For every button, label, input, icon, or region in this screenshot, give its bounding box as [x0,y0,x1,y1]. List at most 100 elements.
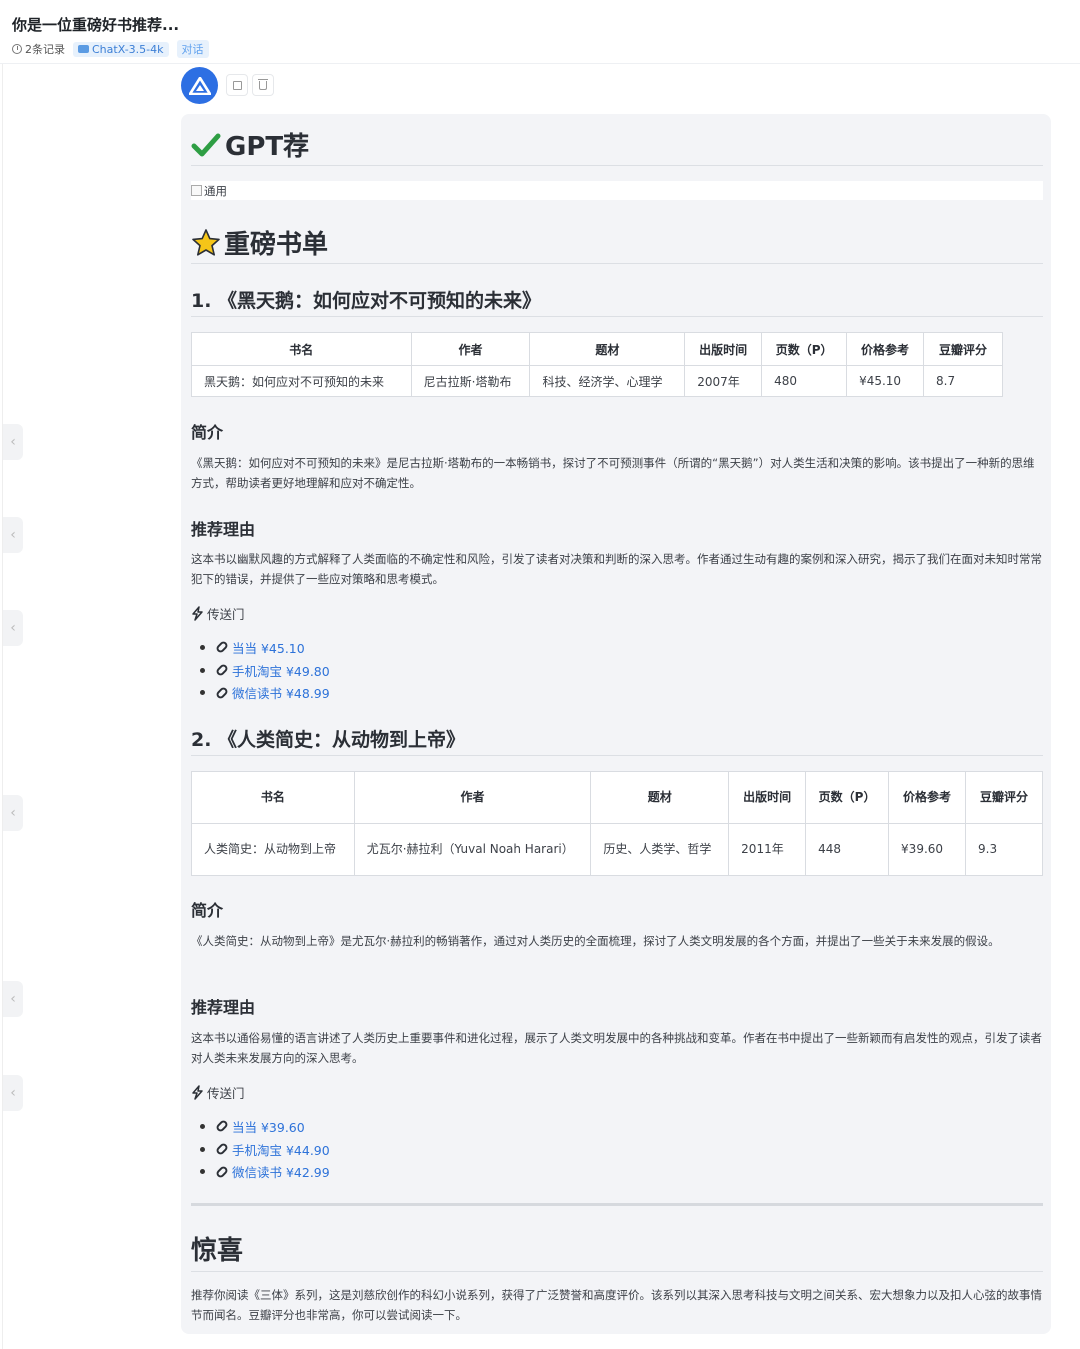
table-header: 出版时间 [684,332,763,366]
book-title: 1. 《黑天鹅：如何应对不可预知的未来》 [191,290,542,312]
table-cell: 历史、人类学、哲学 [590,823,730,876]
collapse-handle[interactable]: ‹ [3,795,23,831]
link-icon [214,640,230,655]
table-cell: 9.3 [965,823,1043,876]
purchase-link-dangdang[interactable]: 当当 ¥39.60 [232,1117,305,1136]
collapse-handle[interactable]: ‹ [3,517,23,553]
table-row: 黑天鹅：如何应对不可预知的未来 尼古拉斯·塔勒布 科技、经济学、心理学 2007… [191,365,1003,397]
table-cell: 2007年 [684,365,763,397]
chat-title: 你是一位重磅好书推荐... [12,16,180,34]
table-cell: 黑天鹅：如何应对不可预知的未来 [191,365,412,397]
copy-button[interactable] [226,74,248,96]
divider [191,316,1043,317]
model-badge: ChatX-3.5-4k [73,41,169,57]
table-cell: 8.7 [923,365,1003,397]
purchase-link-dangdang[interactable]: 当当 ¥45.10 [232,638,305,657]
intro-text: 《人类简史：从动物到上帝》是尤瓦尔·赫拉利的畅销著作，通过对人类历史的全面梳理，… [191,934,1000,948]
table-header: 价格参考 [846,332,925,366]
link-icon [214,1141,230,1157]
records-label: 2条记录 [25,43,65,56]
table-header: 豆瓣评分 [923,332,1003,366]
table-cell: 2011年 [728,823,807,876]
collapse-handle[interactable]: ‹ [3,610,23,646]
records-count[interactable]: 2条记录 [12,41,65,57]
reason-text: 这本书以通俗易懂的语言讲述了人类历史上重要事件和进化过程，展示了人类文明发展中的… [191,1031,1042,1065]
collapse-handle[interactable]: ‹ [3,1075,23,1111]
table-cell: 人类简史：从动物到上帝 [191,823,355,876]
heading-gpt: GPT荐 [191,126,309,163]
divider [191,263,1043,264]
table-cell: ¥39.60 [888,823,967,876]
banner-alt-text: 通用 [204,183,227,198]
chat-meta: 2条记录 ChatX-3.5-4k 对话 [12,40,209,58]
heading-booklist-text: 重磅书单 [224,230,329,260]
check-mark-icon [191,133,221,156]
divider [191,755,1043,756]
robot-icon [78,45,89,53]
table-cell: 尼古拉斯·塔勒布 [410,365,531,397]
model-label: ChatX-3.5-4k [92,42,164,56]
collapse-handle[interactable]: ‹ [3,424,23,460]
table-header: 书名 [191,332,412,366]
list-item: 手机淘宝 ¥44.90 [200,1138,330,1161]
list-item: 手机淘宝 ¥49.80 [200,659,330,682]
book-info-table: 书名 作者 题材 出版时间 页数（P） 价格参考 豆瓣评分 黑天鹅：如何应对不可… [191,332,1003,397]
surprise-text: 推荐你阅读《三体》系列，这是刘慈欣创作的科幻小说系列，获得了广泛赞誉和高度评价。… [191,1288,1042,1322]
table-header: 书名 [191,771,355,824]
heading-gpt-text: GPT荐 [225,132,310,162]
purchase-link-weread[interactable]: 微信读书 ¥48.99 [232,683,330,702]
lightning-icon [192,606,203,621]
reason-text: 这本书以幽默风趣的方式解释了人类面临的不确定性和风险，引发了读者对决策和判断的深… [191,552,1042,586]
surprise-heading: 惊喜 [191,1236,244,1266]
portal-label: 传送门 [191,1083,245,1102]
copy-icon [232,80,242,90]
purchase-link-taobao[interactable]: 手机淘宝 ¥44.90 [232,1140,330,1159]
list-item: 当当 ¥39.60 [200,1115,330,1138]
broken-image-icon [191,185,202,196]
link-icon [214,685,230,700]
table-header: 页数（P） [805,771,890,824]
heading-booklist: 重磅书单 [191,224,328,261]
table-header: 豆瓣评分 [965,771,1043,824]
table-header: 出版时间 [728,771,807,824]
divider [191,1271,1043,1272]
banner-image: 通用 [191,181,1043,200]
list-item: 微信读书 ¥42.99 [200,1160,330,1183]
intro-heading: 简介 [191,901,224,920]
portal-label: 传送门 [191,604,245,623]
purchase-links: 当当 ¥45.10 手机淘宝 ¥49.80 微信读书 ¥48.99 [200,636,330,704]
table-header: 题材 [529,332,686,366]
delete-button[interactable] [252,74,274,96]
sidebar-divider [2,64,3,1349]
history-icon [12,44,22,54]
table-header: 作者 [410,332,531,366]
portal-text: 传送门 [207,1086,245,1101]
chat-header: 你是一位重磅好书推荐... 2条记录 ChatX-3.5-4k 对话 [0,0,1080,64]
link-icon [214,1164,230,1179]
table-cell: 448 [805,823,890,876]
collapse-handle[interactable]: ‹ [3,981,23,1017]
table-header: 价格参考 [888,771,967,824]
table-cell: 科技、经济学、心理学 [529,365,686,397]
link-icon [214,662,230,678]
purchase-link-taobao[interactable]: 手机淘宝 ¥49.80 [232,661,330,680]
table-cell: ¥45.10 [846,365,925,397]
table-cell: 480 [761,365,848,397]
book-title: 2. 《人类简史：从动物到上帝》 [191,729,466,751]
trash-icon [258,78,268,90]
book-info-table: 书名 作者 题材 出版时间 页数（P） 价格参考 豆瓣评分 人类简史：从动物到上… [191,771,1043,876]
reason-heading: 推荐理由 [191,998,256,1017]
table-header: 作者 [353,771,592,824]
list-item: 当当 ¥45.10 [200,636,330,659]
divider [191,165,1043,166]
table-header: 页数（P） [761,332,848,366]
purchase-link-weread[interactable]: 微信读书 ¥42.99 [232,1162,330,1181]
portal-text: 传送门 [207,607,245,622]
table-header: 题材 [590,771,730,824]
section-divider [191,1203,1043,1206]
chat-type-badge: 对话 [176,40,209,58]
list-item: 微信读书 ¥48.99 [200,681,330,704]
lightning-icon [192,1085,203,1100]
link-icon [214,1119,230,1134]
assistant-avatar [181,67,218,104]
